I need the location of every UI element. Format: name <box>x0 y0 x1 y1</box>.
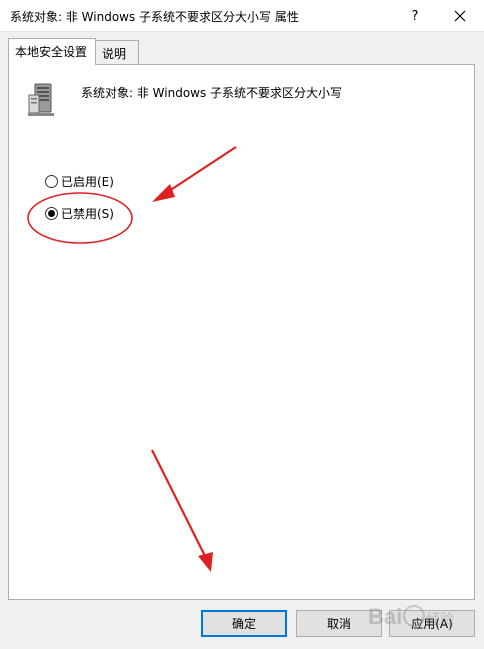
radio-circle-selected[interactable] <box>45 207 58 220</box>
radio-dot <box>48 210 55 217</box>
radio-enabled-label: 已启用(E) <box>61 175 114 189</box>
tab-label: 本地安全设置 <box>15 45 88 59</box>
window-title: 系统对象: 非 Windows 子系统不要求区分大小写 属性 <box>10 10 299 24</box>
ok-button[interactable]: 确定 <box>201 610 287 637</box>
close-button[interactable] <box>444 2 476 30</box>
close-icon <box>454 10 466 22</box>
apply-button[interactable]: 应用(A) <box>389 610 475 637</box>
tab-explain[interactable]: 说明 <box>95 40 139 65</box>
policy-name: 系统对象: 非 Windows 子系统不要求区分大小写 <box>81 86 343 100</box>
help-button[interactable]: ? <box>404 2 426 30</box>
server-computer-icon <box>28 83 54 116</box>
radio-circle[interactable] <box>45 175 58 188</box>
tab-local-security-setting[interactable]: 本地安全设置 <box>8 38 96 65</box>
radio-disabled[interactable]: 已禁用(S) <box>45 205 114 222</box>
radio-disabled-label: 已禁用(S) <box>61 207 114 221</box>
tab-panel: 系统对象: 非 Windows 子系统不要求区分大小写 已启用(E) 已禁用(S… <box>8 64 475 600</box>
radio-enabled[interactable]: 已启用(E) <box>45 173 114 190</box>
cancel-button[interactable]: 取消 <box>296 610 382 637</box>
title-bar: 系统对象: 非 Windows 子系统不要求区分大小写 属性 ? <box>0 0 484 32</box>
tab-label: 说明 <box>102 47 127 61</box>
